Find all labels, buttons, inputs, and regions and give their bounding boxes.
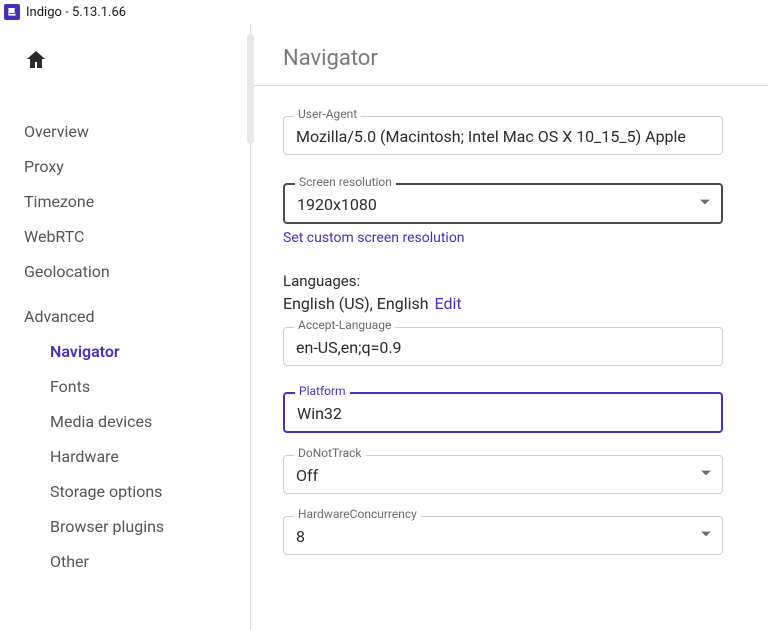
accept-language-label: Accept-Language <box>294 319 395 331</box>
sidebar-section-advanced: Advanced <box>0 289 249 332</box>
chevron-down-icon <box>699 196 711 212</box>
accept-language-field[interactable]: Accept-Language en-US,en;q=0.9 <box>283 327 723 366</box>
platform-field[interactable]: Platform Win32 <box>283 392 723 433</box>
do-not-track-value: Off <box>296 466 686 485</box>
languages-edit-link[interactable]: Edit <box>433 294 462 313</box>
sidebar-item-timezone[interactable]: Timezone <box>0 184 249 219</box>
sidebar-item-webrtc[interactable]: WebRTC <box>0 219 249 254</box>
sidebar: Overview Proxy Timezone WebRTC Geolocati… <box>0 24 250 630</box>
do-not-track-label: DoNotTrack <box>294 447 366 459</box>
sidebar-advanced-nav: Navigator Fonts Media devices Hardware S… <box>0 332 249 579</box>
form-area: User-Agent Mozilla/5.0 (Macintosh; Intel… <box>251 86 768 575</box>
screen-resolution-value: 1920x1080 <box>297 195 685 214</box>
sidebar-item-navigator[interactable]: Navigator <box>0 334 249 369</box>
hardware-concurrency-select[interactable]: HardwareConcurrency 8 <box>283 516 723 555</box>
user-agent-field[interactable]: User-Agent Mozilla/5.0 (Macintosh; Intel… <box>283 116 723 155</box>
chevron-down-icon <box>700 467 712 483</box>
user-agent-value: Mozilla/5.0 (Macintosh; Intel Mac OS X 1… <box>296 127 686 146</box>
screen-resolution-label: Screen resolution <box>295 176 396 188</box>
hardware-concurrency-label: HardwareConcurrency <box>294 508 421 520</box>
main-panel: Navigator User-Agent Mozilla/5.0 (Macint… <box>250 24 768 630</box>
platform-value: Win32 <box>297 404 685 423</box>
sidebar-item-browser-plugins[interactable]: Browser plugins <box>0 509 249 544</box>
window-title: Indigo - 5.13.1.66 <box>26 5 126 20</box>
app-icon <box>4 4 20 20</box>
chevron-down-icon <box>700 528 712 544</box>
do-not-track-select[interactable]: DoNotTrack Off <box>283 455 723 494</box>
sidebar-item-overview[interactable]: Overview <box>0 114 249 149</box>
screen-resolution-select[interactable]: Screen resolution 1920x1080 <box>283 183 723 224</box>
sidebar-item-media-devices[interactable]: Media devices <box>0 404 249 439</box>
languages-block: Languages: English (US), English Edit <box>283 272 723 313</box>
accept-language-value: en-US,en;q=0.9 <box>296 338 686 357</box>
sidebar-item-geolocation[interactable]: Geolocation <box>0 254 249 289</box>
languages-label: Languages: <box>283 272 723 290</box>
sidebar-main-nav: Overview Proxy Timezone WebRTC Geolocati… <box>0 106 249 289</box>
home-icon[interactable] <box>24 60 48 76</box>
sidebar-item-hardware[interactable]: Hardware <box>0 439 249 474</box>
window-titlebar: Indigo - 5.13.1.66 <box>0 0 768 24</box>
platform-label: Platform <box>295 385 350 397</box>
page-title: Navigator <box>251 24 768 85</box>
sidebar-item-proxy[interactable]: Proxy <box>0 149 249 184</box>
sidebar-item-storage-options[interactable]: Storage options <box>0 474 249 509</box>
scrollbar-thumb[interactable] <box>247 34 254 144</box>
languages-value: English (US), English <box>283 294 429 313</box>
user-agent-label: User-Agent <box>294 108 361 120</box>
content-area: Overview Proxy Timezone WebRTC Geolocati… <box>0 24 768 630</box>
sidebar-item-fonts[interactable]: Fonts <box>0 369 249 404</box>
hardware-concurrency-value: 8 <box>296 527 686 546</box>
sidebar-item-other[interactable]: Other <box>0 544 249 579</box>
set-custom-resolution-link[interactable]: Set custom screen resolution <box>283 230 723 246</box>
